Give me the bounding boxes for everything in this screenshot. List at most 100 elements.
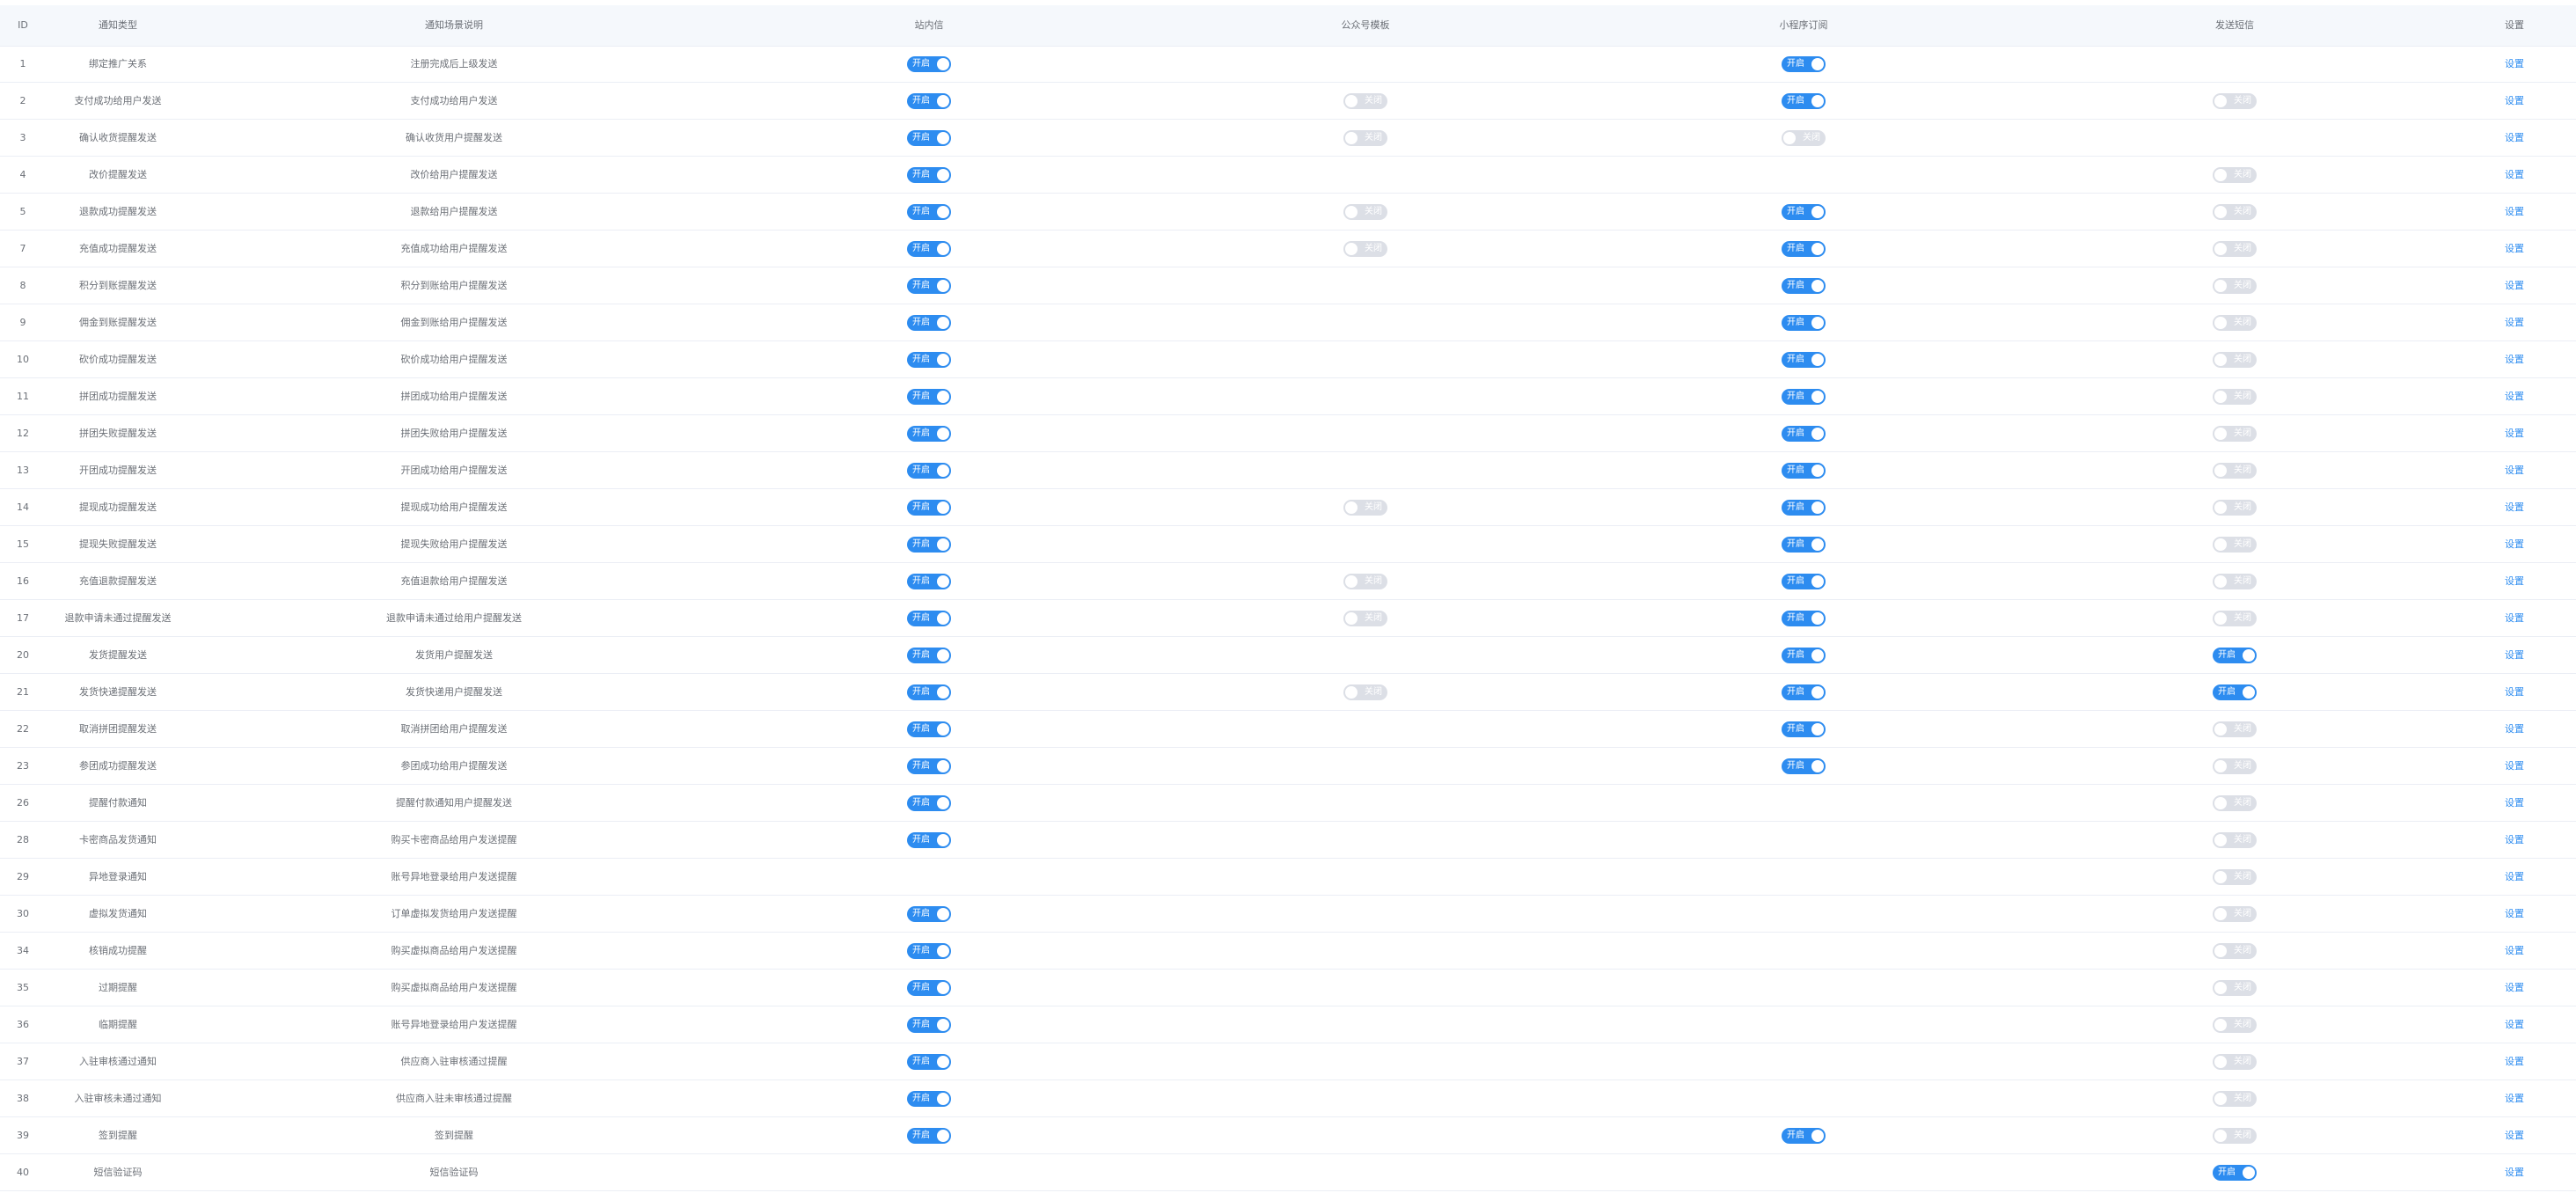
sms-switch[interactable]: 关闭 xyxy=(2213,795,2257,811)
setting-link[interactable]: 设置 xyxy=(2505,132,2524,143)
site-switch[interactable]: 开启 xyxy=(907,56,951,72)
wechat-switch[interactable]: 关闭 xyxy=(1343,93,1387,109)
mini-switch[interactable]: 开启 xyxy=(1782,537,1826,553)
sms-switch[interactable]: 关闭 xyxy=(2213,204,2257,220)
mini-switch[interactable]: 开启 xyxy=(1782,56,1826,72)
setting-link[interactable]: 设置 xyxy=(2505,649,2524,661)
site-switch[interactable]: 开启 xyxy=(907,204,951,220)
site-switch[interactable]: 开启 xyxy=(907,241,951,257)
setting-link[interactable]: 设置 xyxy=(2505,428,2524,439)
wechat-switch[interactable]: 关闭 xyxy=(1343,500,1387,516)
sms-switch[interactable]: 关闭 xyxy=(2213,93,2257,109)
site-switch[interactable]: 开启 xyxy=(907,648,951,663)
sms-switch[interactable]: 关闭 xyxy=(2213,832,2257,848)
mini-switch[interactable]: 开启 xyxy=(1782,315,1826,331)
sms-switch[interactable]: 关闭 xyxy=(2213,463,2257,479)
sms-switch[interactable]: 关闭 xyxy=(2213,537,2257,553)
wechat-switch[interactable]: 关闭 xyxy=(1343,241,1387,257)
setting-link[interactable]: 设置 xyxy=(2505,575,2524,587)
mini-switch[interactable]: 开启 xyxy=(1782,758,1826,774)
site-switch[interactable]: 开启 xyxy=(907,463,951,479)
mini-switch[interactable]: 开启 xyxy=(1782,1128,1826,1144)
mini-switch[interactable]: 开启 xyxy=(1782,278,1826,294)
site-switch[interactable]: 开启 xyxy=(907,500,951,516)
setting-link[interactable]: 设置 xyxy=(2505,317,2524,328)
site-switch[interactable]: 开启 xyxy=(907,574,951,589)
site-switch[interactable]: 开启 xyxy=(907,130,951,146)
site-switch[interactable]: 开启 xyxy=(907,832,951,848)
mini-switch[interactable]: 开启 xyxy=(1782,648,1826,663)
site-switch[interactable]: 开启 xyxy=(907,167,951,183)
setting-link[interactable]: 设置 xyxy=(2505,95,2524,106)
mini-switch[interactable]: 关闭 xyxy=(1782,130,1826,146)
site-switch[interactable]: 开启 xyxy=(907,795,951,811)
site-switch[interactable]: 开启 xyxy=(907,315,951,331)
mini-switch[interactable]: 开启 xyxy=(1782,241,1826,257)
setting-link[interactable]: 设置 xyxy=(2505,797,2524,809)
site-switch[interactable]: 开启 xyxy=(907,684,951,700)
sms-switch[interactable]: 关闭 xyxy=(2213,315,2257,331)
setting-link[interactable]: 设置 xyxy=(2505,243,2524,254)
sms-switch[interactable]: 关闭 xyxy=(2213,906,2257,922)
mini-switch[interactable]: 开启 xyxy=(1782,389,1826,405)
sms-switch[interactable]: 关闭 xyxy=(2213,1091,2257,1107)
site-switch[interactable]: 开启 xyxy=(907,537,951,553)
mini-switch[interactable]: 开启 xyxy=(1782,204,1826,220)
setting-link[interactable]: 设置 xyxy=(2505,169,2524,180)
site-switch[interactable]: 开启 xyxy=(907,721,951,737)
mini-switch[interactable]: 开启 xyxy=(1782,500,1826,516)
sms-switch[interactable]: 开启 xyxy=(2213,1165,2257,1181)
setting-link[interactable]: 设置 xyxy=(2505,501,2524,513)
setting-link[interactable]: 设置 xyxy=(2505,945,2524,956)
wechat-switch[interactable]: 关闭 xyxy=(1343,574,1387,589)
mini-switch[interactable]: 开启 xyxy=(1782,426,1826,442)
sms-switch[interactable]: 关闭 xyxy=(2213,167,2257,183)
mini-switch[interactable]: 开启 xyxy=(1782,574,1826,589)
sms-switch[interactable]: 关闭 xyxy=(2213,758,2257,774)
sms-switch[interactable]: 开启 xyxy=(2213,648,2257,663)
sms-switch[interactable]: 关闭 xyxy=(2213,1128,2257,1144)
mini-switch[interactable]: 开启 xyxy=(1782,611,1826,626)
mini-switch[interactable]: 开启 xyxy=(1782,684,1826,700)
sms-switch[interactable]: 关闭 xyxy=(2213,574,2257,589)
setting-link[interactable]: 设置 xyxy=(2505,982,2524,993)
sms-switch[interactable]: 关闭 xyxy=(2213,721,2257,737)
setting-link[interactable]: 设置 xyxy=(2505,280,2524,291)
mini-switch[interactable]: 开启 xyxy=(1782,352,1826,368)
sms-switch[interactable]: 关闭 xyxy=(2213,352,2257,368)
sms-switch[interactable]: 关闭 xyxy=(2213,1017,2257,1033)
setting-link[interactable]: 设置 xyxy=(2505,612,2524,624)
sms-switch[interactable]: 关闭 xyxy=(2213,611,2257,626)
sms-switch[interactable]: 关闭 xyxy=(2213,426,2257,442)
setting-link[interactable]: 设置 xyxy=(2505,1130,2524,1141)
setting-link[interactable]: 设置 xyxy=(2505,871,2524,882)
sms-switch[interactable]: 关闭 xyxy=(2213,980,2257,996)
wechat-switch[interactable]: 关闭 xyxy=(1343,684,1387,700)
wechat-switch[interactable]: 关闭 xyxy=(1343,204,1387,220)
site-switch[interactable]: 开启 xyxy=(907,980,951,996)
site-switch[interactable]: 开启 xyxy=(907,611,951,626)
setting-link[interactable]: 设置 xyxy=(2505,1019,2524,1030)
site-switch[interactable]: 开启 xyxy=(907,93,951,109)
sms-switch[interactable]: 关闭 xyxy=(2213,943,2257,959)
setting-link[interactable]: 设置 xyxy=(2505,1093,2524,1104)
wechat-switch[interactable]: 关闭 xyxy=(1343,130,1387,146)
setting-link[interactable]: 设置 xyxy=(2505,465,2524,476)
mini-switch[interactable]: 开启 xyxy=(1782,93,1826,109)
wechat-switch[interactable]: 关闭 xyxy=(1343,611,1387,626)
setting-link[interactable]: 设置 xyxy=(2505,834,2524,845)
setting-link[interactable]: 设置 xyxy=(2505,1167,2524,1178)
sms-switch[interactable]: 关闭 xyxy=(2213,500,2257,516)
sms-switch[interactable]: 开启 xyxy=(2213,684,2257,700)
sms-switch[interactable]: 关闭 xyxy=(2213,278,2257,294)
site-switch[interactable]: 开启 xyxy=(907,389,951,405)
site-switch[interactable]: 开启 xyxy=(907,352,951,368)
site-switch[interactable]: 开启 xyxy=(907,906,951,922)
sms-switch[interactable]: 关闭 xyxy=(2213,869,2257,885)
site-switch[interactable]: 开启 xyxy=(907,426,951,442)
setting-link[interactable]: 设置 xyxy=(2505,354,2524,365)
setting-link[interactable]: 设置 xyxy=(2505,908,2524,919)
mini-switch[interactable]: 开启 xyxy=(1782,721,1826,737)
sms-switch[interactable]: 关闭 xyxy=(2213,1054,2257,1070)
setting-link[interactable]: 设置 xyxy=(2505,686,2524,698)
